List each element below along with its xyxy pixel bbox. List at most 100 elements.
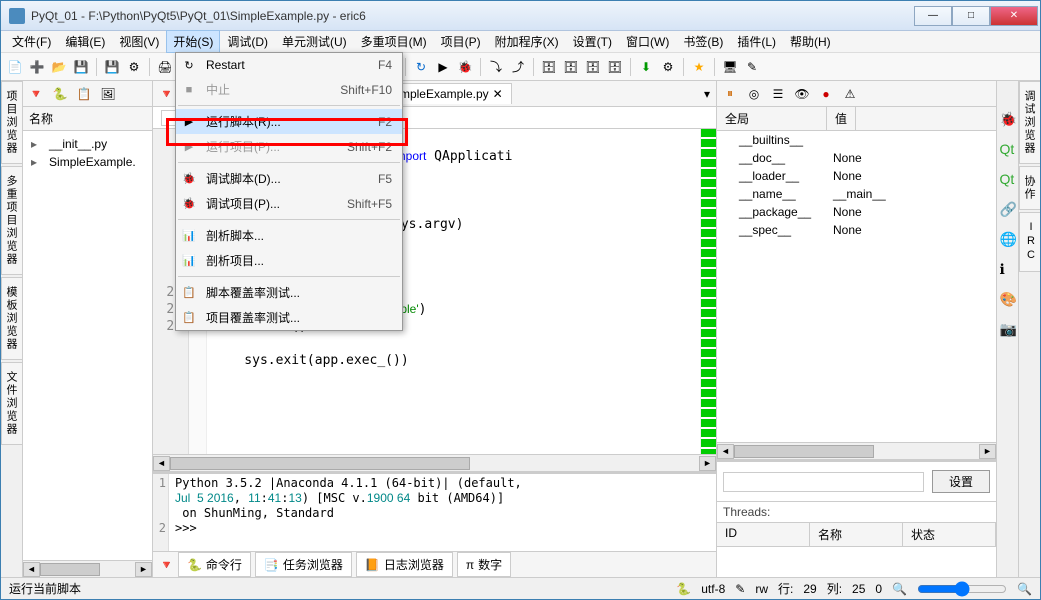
step-icon[interactable]: ⤵ <box>486 57 506 77</box>
step-over-icon[interactable]: ⤴ <box>508 57 528 77</box>
menu-单元测试(U)[interactable]: 单元测试(U) <box>275 30 354 53</box>
menu-item-运行脚本(R)...[interactable]: ▶运行脚本(R)...F2 <box>176 109 402 134</box>
bt-filter-icon[interactable]: 🔻 <box>159 558 174 572</box>
close-tab-icon[interactable]: ✕ <box>493 87 503 101</box>
bp-icon[interactable]: ● <box>817 85 835 103</box>
menu-item-调试脚本(D)...[interactable]: 🐞调试脚本(D)...F5 <box>176 166 402 191</box>
vtab-模板浏览器[interactable]: 模板浏览器 <box>1 277 22 360</box>
menu-item-剖析脚本...[interactable]: 📊剖析脚本... <box>176 223 402 248</box>
monitor-icon[interactable]: 🖥 <box>720 57 740 77</box>
menu-插件(L)[interactable]: 插件(L) <box>730 30 783 53</box>
btab-命令行[interactable]: 🐍命令行 <box>178 552 251 577</box>
menu-开始(S)[interactable]: 开始(S) <box>166 30 220 53</box>
menu-附加程序(X)[interactable]: 附加程序(X) <box>488 30 566 53</box>
gear-icon[interactable]: ⚙ <box>658 57 678 77</box>
maximize-button[interactable]: □ <box>952 6 990 26</box>
hscroll-editor[interactable]: ◄► <box>153 454 716 471</box>
menu-item-脚本覆盖率测试...[interactable]: 📋脚本覆盖率测试... <box>176 280 402 305</box>
menu-文件(F)[interactable]: 文件(F) <box>5 30 58 53</box>
menu-书签(B)[interactable]: 书签(B) <box>676 30 730 53</box>
menu-item-调试项目(P)...[interactable]: 🐞调试项目(P)...Shift+F5 <box>176 191 402 216</box>
qt-icon[interactable]: Qt <box>1000 141 1016 157</box>
vtab-协作[interactable]: 协作 <box>1019 166 1040 210</box>
minimize-button[interactable]: — <box>914 6 952 26</box>
tree-item[interactable]: __init__.py <box>27 135 148 153</box>
snap-icon[interactable]: 📷 <box>1000 321 1016 337</box>
hscroll-globals[interactable]: ◄► <box>717 442 996 459</box>
down-icon[interactable]: ⬇ <box>636 57 656 77</box>
globe-icon[interactable]: 🌐 <box>1000 231 1016 247</box>
palette-icon[interactable]: 🎨 <box>1000 291 1016 307</box>
menu-item-Restart[interactable]: ↻RestartF4 <box>176 53 402 77</box>
db1-icon[interactable]: 🗄 <box>539 57 559 77</box>
btab-数字[interactable]: π数字 <box>457 552 511 577</box>
link-icon[interactable]: 🔗 <box>1000 201 1016 217</box>
db3-icon[interactable]: 🗄 <box>583 57 603 77</box>
vtab-项目浏览器[interactable]: 项目浏览器 <box>1 81 22 164</box>
settings-button[interactable]: 设置 <box>932 470 990 493</box>
run-icon[interactable]: ▶ <box>433 57 453 77</box>
refresh-icon[interactable]: ↻ <box>411 57 431 77</box>
project-tree[interactable]: __init__.pySimpleExample. <box>23 131 152 560</box>
menu-item-剖析项目...[interactable]: 📊剖析项目... <box>176 248 402 273</box>
new-plus-icon[interactable]: ➕ <box>27 57 47 77</box>
globals-list[interactable]: __builtins____doc__None__loader__None__n… <box>717 131 996 442</box>
global-row[interactable]: __builtins__ <box>717 131 996 149</box>
image-icon[interactable]: 🖼 <box>99 85 117 103</box>
menu-项目(P)[interactable]: 项目(P) <box>434 30 488 53</box>
zoom-in-icon[interactable]: 🔍 <box>1017 582 1032 596</box>
disk-icon[interactable]: 💾 <box>102 57 122 77</box>
db4-icon[interactable]: 🗄 <box>605 57 625 77</box>
print-icon[interactable]: 🖨 <box>155 57 175 77</box>
vtab-调试浏览器[interactable]: 调试浏览器 <box>1019 81 1040 164</box>
dropdown-icon[interactable]: ▾ <box>704 87 710 101</box>
filter-input[interactable] <box>723 472 924 492</box>
menu-编辑(E)[interactable]: 编辑(E) <box>58 30 112 53</box>
ed-filter-icon[interactable]: 🔻 <box>159 87 174 101</box>
debug-icon[interactable]: 🐞 <box>455 57 475 77</box>
menu-多重项目(M)[interactable]: 多重项目(M) <box>354 30 434 53</box>
filter-icon[interactable]: 🔻 <box>27 85 45 103</box>
form-icon[interactable]: 📋 <box>75 85 93 103</box>
global-row[interactable]: __name____main__ <box>717 185 996 203</box>
close-button[interactable]: ✕ <box>990 6 1038 26</box>
bug-green-icon[interactable]: 🐞 <box>1000 111 1016 127</box>
python-icon[interactable]: 🐍 <box>51 85 69 103</box>
watch-icon[interactable]: 👁 <box>793 85 811 103</box>
qt2-icon[interactable]: Qt <box>1000 171 1016 187</box>
zoom-out-icon[interactable]: 🔍 <box>892 582 907 596</box>
stack-icon[interactable]: ☰ <box>769 85 787 103</box>
menu-调试(D)[interactable]: 调试(D) <box>220 30 275 53</box>
open-icon[interactable]: 📂 <box>49 57 69 77</box>
ex-icon[interactable]: ⚠ <box>841 85 859 103</box>
menu-窗口(W)[interactable]: 窗口(W) <box>619 30 676 53</box>
btab-日志浏览器[interactable]: 📙日志浏览器 <box>356 552 453 577</box>
menu-视图(V)[interactable]: 视图(V) <box>112 30 166 53</box>
global-row[interactable]: __doc__None <box>717 149 996 167</box>
info-icon[interactable]: ℹ <box>1000 261 1016 277</box>
vtab-文件浏览器[interactable]: 文件浏览器 <box>1 362 22 445</box>
hscroll-left[interactable]: ◄► <box>23 560 152 577</box>
vtab-IRC[interactable]: IRC <box>1019 212 1040 272</box>
menu-item-项目覆盖率测试...[interactable]: 📋项目覆盖率测试... <box>176 305 402 330</box>
btab-任务浏览器[interactable]: 📑任务浏览器 <box>255 552 352 577</box>
db2-icon[interactable]: 🗄 <box>561 57 581 77</box>
edit-icon[interactable]: ✎ <box>742 57 762 77</box>
menu-设置(T)[interactable]: 设置(T) <box>566 30 619 53</box>
edit-status-icon: ✎ <box>735 582 745 596</box>
config-icon[interactable]: ⚙ <box>124 57 144 77</box>
global-row[interactable]: __package__None <box>717 203 996 221</box>
star-icon[interactable]: ★ <box>689 57 709 77</box>
zoom-slider[interactable] <box>917 581 1007 597</box>
pause-icon[interactable]: ⏸ <box>721 85 739 103</box>
save-icon[interactable]: 💾 <box>71 57 91 77</box>
menu-帮助(H)[interactable]: 帮助(H) <box>783 30 838 53</box>
console[interactable]: 12 Python 3.5.2 |Anaconda 4.1.1 (64-bit)… <box>153 471 716 551</box>
global-row[interactable]: __spec__None <box>717 221 996 239</box>
new-icon[interactable]: 📄 <box>5 57 25 77</box>
vtab-多重项目浏览器[interactable]: 多重项目浏览器 <box>1 166 22 275</box>
tree-item[interactable]: SimpleExample. <box>27 153 148 171</box>
global-row[interactable]: __loader__None <box>717 167 996 185</box>
target-icon[interactable]: ◎ <box>745 85 763 103</box>
rw-mode: rw <box>755 582 768 596</box>
